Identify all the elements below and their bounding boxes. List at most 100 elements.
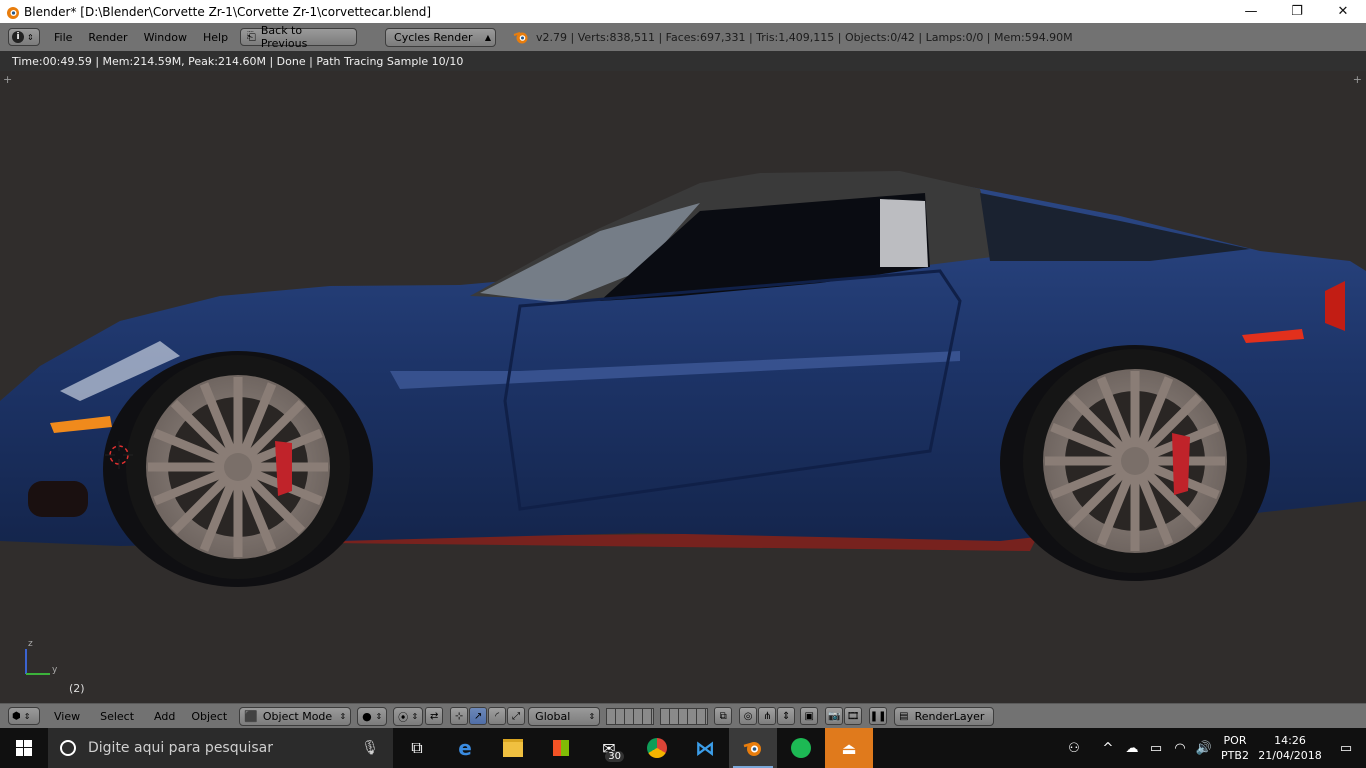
proportional-edit-icon[interactable]: ◎ bbox=[739, 707, 758, 725]
render-status-line: Time:00:49.59 | Mem:214.59M, Peak:214.60… bbox=[0, 51, 1366, 71]
rotate-manipulator-icon[interactable]: ◜ bbox=[488, 707, 507, 725]
shading-sphere-icon: ● bbox=[362, 709, 372, 723]
task-view-button[interactable]: ⧉ bbox=[393, 728, 441, 768]
input-language[interactable]: POR PTB2 bbox=[1216, 733, 1254, 763]
maximize-button[interactable]: ❐ bbox=[1274, 0, 1320, 23]
snap-element-icon[interactable]: ⇄ bbox=[425, 707, 444, 725]
clock-time: 14:26 bbox=[1274, 734, 1306, 747]
car-rear-window bbox=[980, 193, 1250, 261]
system-tray: ⚇ ^ ☁ ▭ ◠ 🔊 POR PTB2 14:26 21/04/2018 ▭ bbox=[1062, 728, 1366, 768]
dropdown-arrow-icon: ⇕ bbox=[588, 711, 596, 721]
minimize-button[interactable]: — bbox=[1228, 0, 1274, 23]
window-reflection bbox=[880, 199, 928, 267]
layers-grid-2[interactable] bbox=[660, 707, 709, 725]
window-title: Blender* [D:\Blender\Corvette Zr-1\Corve… bbox=[24, 4, 432, 19]
snap-icon[interactable]: ⋔ bbox=[758, 707, 777, 725]
rendered-car-image bbox=[0, 171, 1366, 675]
vscode-icon: ⋈ bbox=[695, 736, 715, 760]
scene-stats: v2.79 | Verts:838,511 | Faces:697,331 | … bbox=[536, 30, 1073, 44]
microphone-icon[interactable]: 🎙 bbox=[361, 740, 379, 756]
render-engine-select[interactable]: Cycles Render ▲ bbox=[385, 27, 497, 47]
taskbar-store[interactable] bbox=[537, 728, 585, 768]
menu-help[interactable]: Help bbox=[195, 31, 236, 44]
blender-icon bbox=[513, 32, 528, 44]
front-rim bbox=[146, 375, 330, 559]
render-engine-value: Cycles Render bbox=[394, 30, 473, 44]
chevron-updown-icon: ⇕ bbox=[27, 32, 34, 42]
blender-icon bbox=[743, 742, 761, 756]
search-placeholder: Digite aqui para pesquisar bbox=[88, 740, 274, 756]
cortana-circle-icon bbox=[60, 740, 76, 756]
taskbar-vscode[interactable]: ⋈ bbox=[681, 728, 729, 768]
store-bag-icon bbox=[553, 740, 569, 756]
dropdown-arrow-icon: ⇕ bbox=[339, 711, 347, 721]
3d-viewport[interactable]: + + z y (2) bbox=[0, 71, 1366, 703]
axis-y-label: y bbox=[52, 665, 58, 675]
taskbar-edge[interactable]: e bbox=[441, 728, 489, 768]
taskbar-mail[interactable]: ✉ 30 bbox=[585, 728, 633, 768]
axis-z-label: z bbox=[28, 639, 33, 649]
taskbar-search-box[interactable]: Digite aqui para pesquisar 🎙 bbox=[48, 728, 393, 768]
language-code: POR bbox=[1223, 734, 1247, 747]
menu-object[interactable]: Object bbox=[183, 710, 235, 723]
opengl-animation-icon[interactable]: 🎞 bbox=[844, 707, 863, 725]
app-pyramid-icon: ⏏ bbox=[841, 738, 857, 758]
dropdown-arrow-icon: ▲ bbox=[484, 32, 492, 42]
menu-select[interactable]: Select bbox=[92, 710, 142, 723]
wifi-icon[interactable]: ◠ bbox=[1168, 741, 1192, 756]
battery-icon[interactable]: ▭ bbox=[1144, 741, 1168, 756]
menu-render[interactable]: Render bbox=[80, 31, 135, 44]
transform-orientation-select[interactable]: Global ⇕ bbox=[528, 706, 601, 726]
orientation-value: Global bbox=[535, 709, 571, 723]
editor-type-button[interactable]: i ⇕ bbox=[8, 28, 40, 46]
cube-icon: ⬢ bbox=[12, 710, 21, 722]
dropdown-arrow-icon: ⇕ bbox=[411, 711, 419, 721]
taskbar-file-explorer[interactable] bbox=[489, 728, 537, 768]
info-header: i ⇕ File Render Window Help ⎗ Back to Pr… bbox=[0, 23, 1366, 52]
manipulator-icon[interactable]: ⊹ bbox=[450, 707, 469, 725]
task-view-icon: ⧉ bbox=[411, 738, 423, 757]
viewport-editor-type-button[interactable]: ⬢ ⇕ bbox=[8, 707, 40, 725]
taskbar-chrome[interactable] bbox=[633, 728, 681, 768]
pause-render-icon[interactable]: ❚❚ bbox=[869, 707, 888, 725]
window-titlebar: Blender* [D:\Blender\Corvette Zr-1\Corve… bbox=[0, 0, 1366, 23]
menu-view[interactable]: View bbox=[46, 710, 88, 723]
taskbar-app[interactable]: ⏏ bbox=[825, 728, 873, 768]
taskbar-spotify[interactable] bbox=[777, 728, 825, 768]
onedrive-icon[interactable]: ☁ bbox=[1120, 741, 1144, 756]
pivot-select[interactable]: ⦿ ⇕ bbox=[393, 706, 424, 726]
action-center-icon[interactable]: ▭ bbox=[1326, 741, 1366, 756]
volume-icon[interactable]: 🔊 bbox=[1192, 741, 1216, 756]
menu-file[interactable]: File bbox=[46, 31, 80, 44]
render-layer-select[interactable]: ▤ RenderLayer bbox=[894, 706, 995, 726]
lock-layers-icon[interactable]: ⧉ bbox=[714, 707, 733, 725]
render-preview-icon[interactable]: ▣ bbox=[800, 707, 819, 725]
render-layer-value: RenderLayer bbox=[914, 709, 985, 723]
folder-icon bbox=[503, 739, 523, 757]
pivot-icon: ⦿ bbox=[398, 712, 409, 724]
clock[interactable]: 14:26 21/04/2018 bbox=[1254, 733, 1326, 763]
clock-date: 21/04/2018 bbox=[1258, 749, 1322, 762]
menu-add[interactable]: Add bbox=[146, 710, 183, 723]
windows-taskbar: Digite aqui para pesquisar 🎙 ⧉ e ✉ 30 ⋈ … bbox=[0, 728, 1366, 768]
show-hidden-icons-icon[interactable]: ^ bbox=[1096, 741, 1120, 756]
translate-manipulator-icon[interactable]: ↗ bbox=[469, 707, 488, 725]
blender-logo-icon bbox=[7, 6, 19, 19]
mail-badge: 30 bbox=[605, 751, 624, 762]
opengl-render-icon[interactable]: 📷 bbox=[825, 707, 844, 725]
menu-window[interactable]: Window bbox=[136, 31, 195, 44]
chrome-icon bbox=[647, 738, 667, 758]
viewport-shading-select[interactable]: ● ⇕ bbox=[357, 706, 388, 726]
back-to-previous-button[interactable]: ⎗ Back to Previous bbox=[240, 24, 358, 50]
scale-manipulator-icon[interactable]: ⤢ bbox=[507, 707, 526, 725]
taskbar-blender[interactable] bbox=[729, 728, 777, 768]
people-icon[interactable]: ⚇ bbox=[1062, 741, 1086, 756]
close-button[interactable]: ✕ bbox=[1320, 0, 1366, 23]
chevron-updown-icon: ⇕ bbox=[23, 711, 31, 721]
mode-select[interactable]: ⬛ Object Mode ⇕ bbox=[239, 706, 352, 726]
start-button[interactable] bbox=[0, 728, 48, 768]
layers-grid-1[interactable] bbox=[606, 707, 655, 725]
edge-icon: e bbox=[458, 736, 472, 760]
render-status-text: Time:00:49.59 | Mem:214.59M, Peak:214.60… bbox=[12, 54, 464, 68]
snap-target-icon[interactable]: ⇕ bbox=[777, 707, 796, 725]
